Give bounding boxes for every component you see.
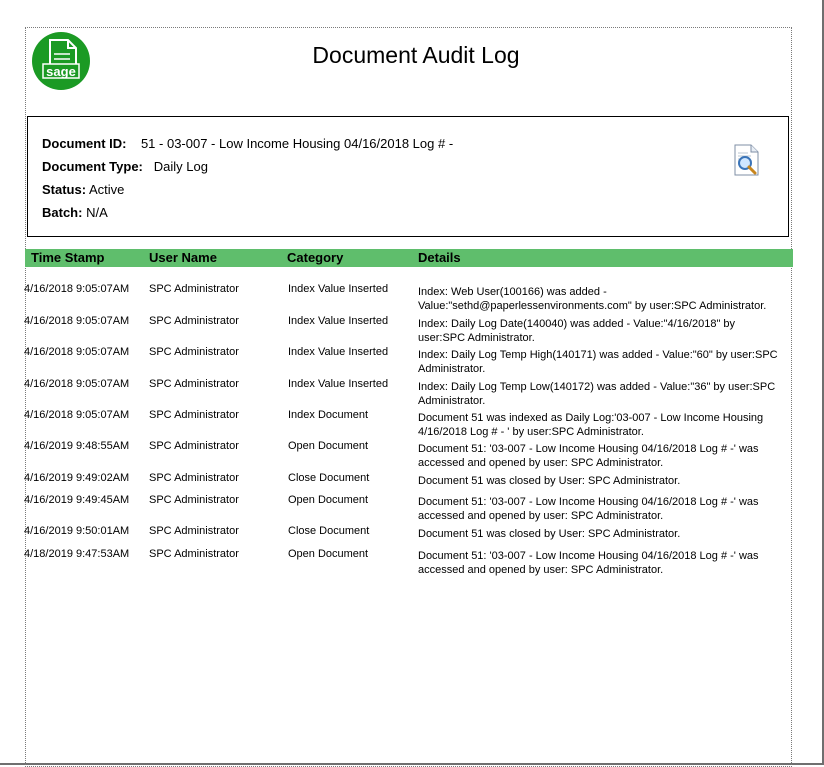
details-cell: Document 51 was closed by User: SPC Admi…: [418, 528, 681, 540]
time-stamp-cell: 4/16/2018 9:05:07AM: [24, 378, 130, 390]
time-stamp-cell: 4/18/2019 9:47:53AM: [24, 548, 130, 560]
details-cell: Document 51: '03-007 - Low Income Housin…: [418, 496, 759, 522]
category-cell: Index Value Inserted: [288, 378, 389, 390]
details-cell: Index: Web User(100166) was added - Valu…: [418, 286, 767, 312]
column-header-category: Category: [287, 250, 344, 265]
category-cell: Open Document: [288, 548, 369, 560]
user-name-cell: SPC Administrator: [149, 548, 239, 560]
column-header-user-name: User Name: [149, 250, 217, 265]
status-value: Active: [88, 182, 125, 197]
document-search-icon[interactable]: [733, 144, 761, 181]
category-cell: Close Document: [288, 472, 370, 484]
table-header: Time Stamp User Name Category Details: [25, 249, 793, 267]
logo-text: sage: [46, 64, 76, 79]
page-title: Document Audit Log: [312, 42, 520, 68]
batch-row: Batch: N/A: [42, 205, 108, 220]
document-type-label: Document Type:: [42, 159, 143, 174]
status-row: Status: Active: [42, 182, 124, 197]
category-cell: Close Document: [288, 525, 370, 537]
time-stamp-cell: 4/16/2019 9:49:45AM: [24, 494, 130, 506]
user-name-cell: SPC Administrator: [149, 346, 239, 358]
details-cell: Document 51: '03-007 - Low Income Housin…: [418, 550, 759, 576]
user-name-cell: SPC Administrator: [149, 315, 239, 327]
category-cell: Open Document: [288, 494, 369, 506]
time-stamp-cell: 4/16/2019 9:49:02AM: [24, 472, 130, 484]
category-cell: Open Document: [288, 440, 369, 452]
status-label: Status:: [42, 182, 87, 197]
category-cell: Index Document: [288, 409, 369, 421]
user-name-cell: SPC Administrator: [149, 409, 239, 421]
time-stamp-cell: 4/16/2019 9:48:55AM: [24, 440, 130, 452]
user-name-cell: SPC Administrator: [149, 283, 239, 295]
category-cell: Index Value Inserted: [288, 346, 389, 358]
user-name-cell: SPC Administrator: [149, 378, 239, 390]
document-type-row: Document Type: Daily Log: [42, 159, 208, 174]
document-id-label: Document ID:: [42, 136, 127, 151]
details-cell: Index: Daily Log Date(140040) was added …: [418, 318, 736, 344]
details-cell: Document 51 was closed by User: SPC Admi…: [418, 475, 681, 487]
details-cell: Document 51: '03-007 - Low Income Housin…: [418, 443, 759, 469]
details-cell: Document 51 was indexed as Daily Log:'03…: [418, 412, 764, 438]
user-name-cell: SPC Administrator: [149, 440, 239, 452]
batch-value: N/A: [86, 205, 108, 220]
time-stamp-cell: 4/16/2018 9:05:07AM: [24, 315, 130, 327]
category-cell: Index Value Inserted: [288, 315, 389, 327]
column-header-details: Details: [418, 250, 461, 265]
document-info-box: Document ID: 51 - 03-007 - Low Income Ho…: [27, 116, 789, 237]
user-name-cell: SPC Administrator: [149, 494, 239, 506]
user-name-cell: SPC Administrator: [149, 525, 239, 537]
category-cell: Index Value Inserted: [288, 283, 389, 295]
sage-logo-icon: sage: [32, 32, 90, 90]
time-stamp-cell: 4/16/2018 9:05:07AM: [24, 346, 130, 358]
time-stamp-cell: 4/16/2018 9:05:07AM: [24, 283, 130, 295]
details-cell: Index: Daily Log Temp High(140171) was a…: [418, 349, 778, 375]
document-id-row: Document ID: 51 - 03-007 - Low Income Ho…: [42, 136, 453, 151]
document-type-value: Daily Log: [153, 159, 208, 174]
batch-label: Batch:: [42, 205, 83, 220]
details-cell: Index: Daily Log Temp Low(140172) was ad…: [418, 381, 776, 407]
time-stamp-cell: 4/16/2018 9:05:07AM: [24, 409, 130, 421]
user-name-cell: SPC Administrator: [149, 472, 239, 484]
document-id-value: 51 - 03-007 - Low Income Housing 04/16/2…: [140, 136, 454, 151]
column-header-time-stamp: Time Stamp: [31, 250, 105, 265]
time-stamp-cell: 4/16/2019 9:50:01AM: [24, 525, 130, 537]
